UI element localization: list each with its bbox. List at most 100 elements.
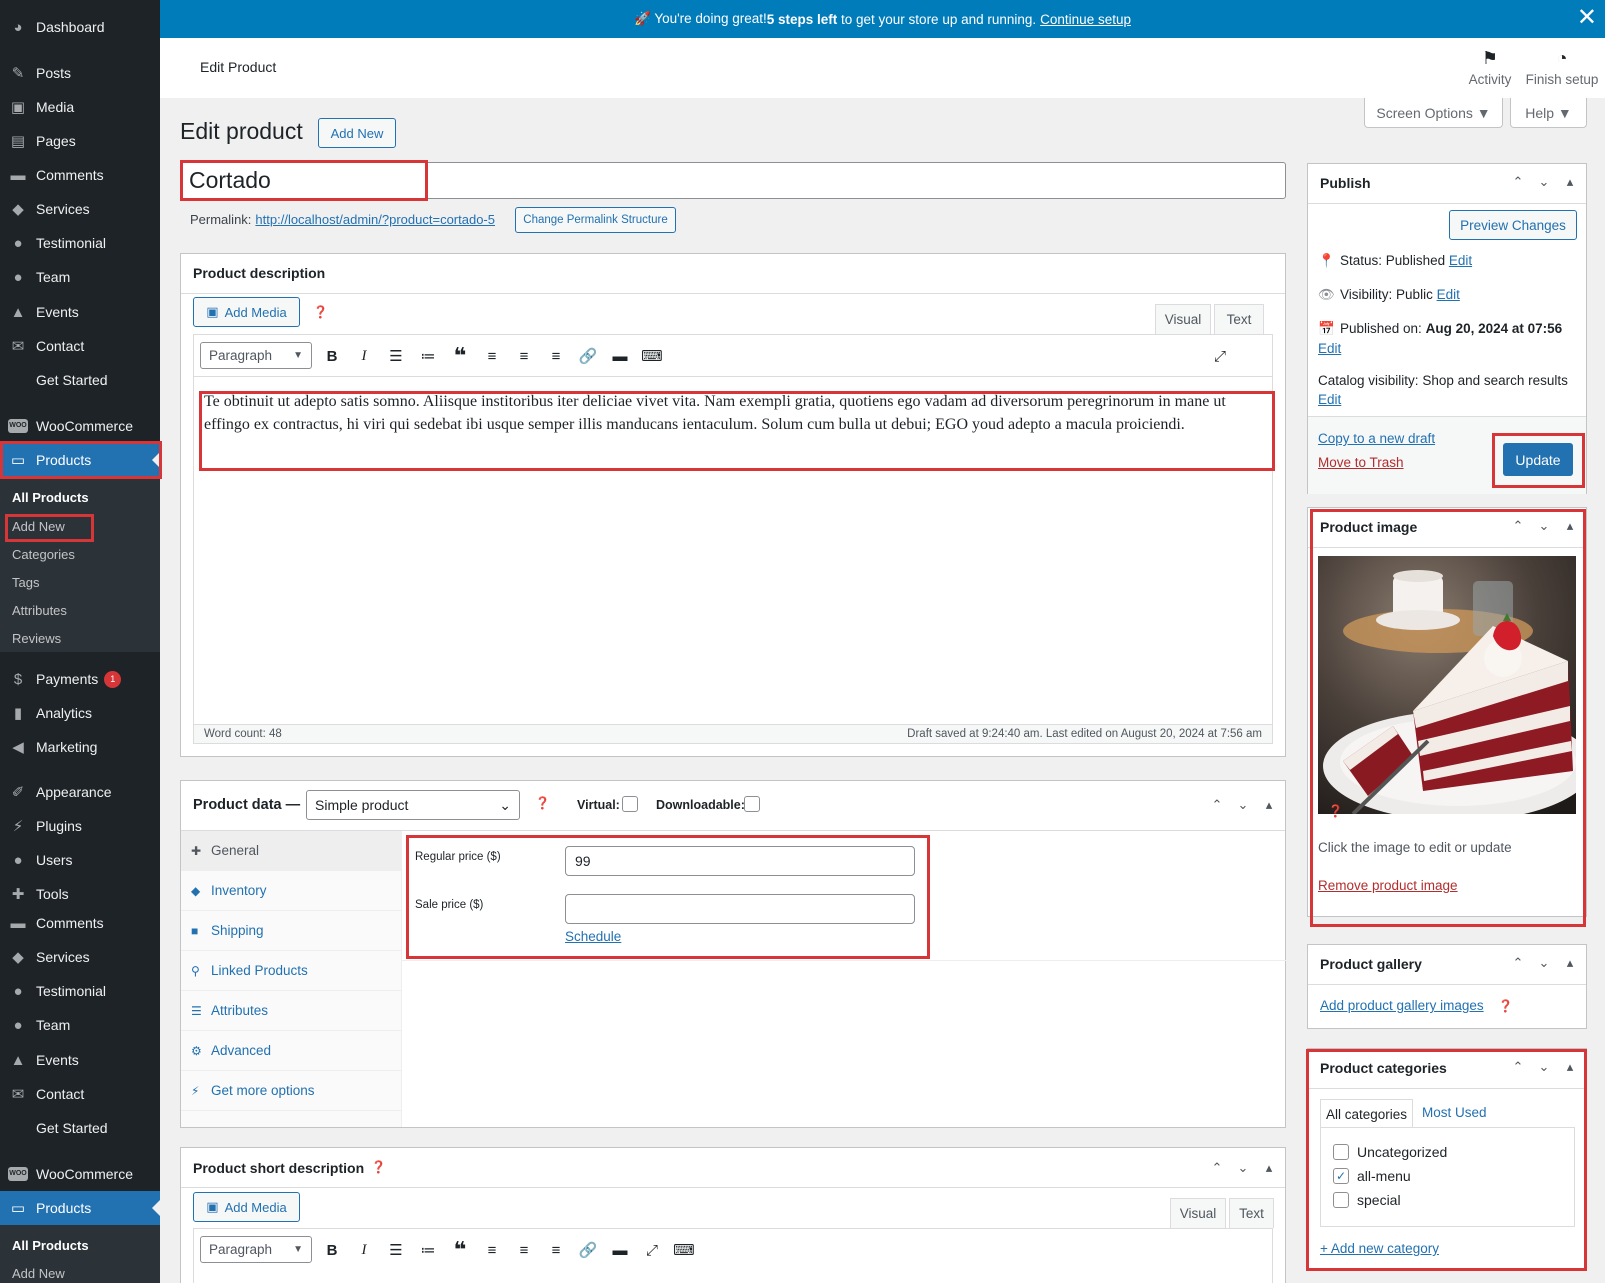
add-new-button[interactable]: Add New bbox=[318, 118, 396, 148]
close-icon[interactable]: ✕ bbox=[1577, 6, 1597, 30]
tab-shipping[interactable]: ■ Shipping bbox=[181, 911, 401, 951]
menu-pages[interactable]: ▤ Pages bbox=[0, 124, 160, 158]
screen-options-button[interactable]: Screen Options ▼ bbox=[1364, 98, 1503, 128]
blockquote-icon[interactable]: ❝ bbox=[444, 342, 476, 370]
product-type-select[interactable]: Simple product ⌄ bbox=[306, 790, 520, 820]
move-up-icon[interactable]: ⌃ bbox=[1508, 955, 1528, 971]
tab-all-categories[interactable]: All categories bbox=[1320, 1099, 1413, 1128]
fullscreen-icon[interactable]: ⤢ bbox=[1204, 342, 1236, 370]
menu-comments-2[interactable]: ▬ Comments bbox=[0, 906, 160, 940]
bullet-list-icon[interactable]: ☰ bbox=[380, 1236, 412, 1264]
category-uncategorized-checkbox[interactable] bbox=[1333, 1144, 1349, 1160]
visibility-edit-link[interactable]: Edit bbox=[1437, 287, 1460, 302]
move-down-icon[interactable]: ⌄ bbox=[1233, 1160, 1253, 1176]
read-more-icon[interactable]: ▬ bbox=[604, 342, 636, 370]
help-button[interactable]: Help ▼ bbox=[1510, 98, 1587, 128]
collapse-icon[interactable]: ▴ bbox=[1560, 955, 1580, 971]
move-down-icon[interactable]: ⌄ bbox=[1534, 174, 1554, 190]
sub-attributes[interactable]: Attributes bbox=[12, 603, 67, 618]
help-icon[interactable]: ❓ bbox=[1328, 804, 1343, 818]
align-left-icon[interactable]: ≡ bbox=[476, 342, 508, 370]
link-icon[interactable]: 🔗 bbox=[572, 342, 604, 370]
catalog-edit-link[interactable]: Edit bbox=[1318, 392, 1341, 407]
finish-setup-button[interactable]: ◔ Finish setup bbox=[1522, 48, 1602, 87]
category-all-menu-checkbox[interactable]: ✓ bbox=[1333, 1168, 1349, 1184]
menu-testimonial[interactable]: ● Testimonial bbox=[0, 226, 160, 260]
align-right-icon[interactable]: ≡ bbox=[540, 1236, 572, 1264]
align-center-icon[interactable]: ≡ bbox=[508, 1236, 540, 1264]
tab-inventory[interactable]: ◆ Inventory bbox=[181, 871, 401, 911]
short-tab-text[interactable]: Text bbox=[1229, 1198, 1274, 1228]
add-media-button[interactable]: ▣ Add Media bbox=[193, 297, 300, 327]
menu-team[interactable]: ● Team bbox=[0, 260, 160, 294]
update-button[interactable]: Update bbox=[1503, 443, 1573, 476]
tab-get-more-options[interactable]: ⚡ Get more options bbox=[181, 1071, 401, 1111]
menu-products-2[interactable]: ▭ Products bbox=[0, 1191, 160, 1225]
menu-marketing[interactable]: ◀ Marketing bbox=[0, 730, 160, 764]
preview-changes-button[interactable]: Preview Changes bbox=[1449, 210, 1577, 240]
sub-reviews[interactable]: Reviews bbox=[12, 631, 61, 646]
move-down-icon[interactable]: ⌄ bbox=[1534, 518, 1554, 534]
move-up-icon[interactable]: ⌃ bbox=[1508, 174, 1528, 190]
align-left-icon[interactable]: ≡ bbox=[476, 1236, 508, 1264]
menu-posts[interactable]: ✎ Posts bbox=[0, 56, 160, 90]
category-special-checkbox[interactable] bbox=[1333, 1192, 1349, 1208]
sub-categories[interactable]: Categories bbox=[12, 547, 75, 562]
tab-general[interactable]: ✚ General bbox=[181, 831, 401, 871]
numbered-list-icon[interactable]: ≔ bbox=[412, 342, 444, 370]
align-center-icon[interactable]: ≡ bbox=[508, 342, 540, 370]
menu-testimonial-2[interactable]: ● Testimonial bbox=[0, 974, 160, 1008]
schedule-link[interactable]: Schedule bbox=[565, 929, 621, 944]
menu-users[interactable]: ● Users bbox=[0, 843, 160, 877]
description-content[interactable]: Te obtinuit ut adepto satis somno. Aliis… bbox=[204, 390, 1244, 436]
menu-comments[interactable]: ▬ Comments bbox=[0, 158, 160, 192]
bold-icon[interactable]: B bbox=[316, 342, 348, 370]
fullscreen-icon[interactable]: ⤢ bbox=[636, 1236, 668, 1264]
product-title-input[interactable]: Cortado bbox=[180, 162, 1286, 199]
italic-icon[interactable]: I bbox=[348, 342, 380, 370]
menu-products[interactable]: ▭ Products bbox=[0, 443, 160, 477]
short-tab-visual[interactable]: Visual bbox=[1170, 1198, 1226, 1228]
help-icon[interactable]: ❓ bbox=[313, 305, 328, 319]
sale-price-input[interactable] bbox=[565, 894, 915, 924]
virtual-checkbox[interactable] bbox=[622, 796, 638, 812]
menu-services-2[interactable]: ◆ Services bbox=[0, 940, 160, 974]
move-to-trash-link[interactable]: Move to Trash bbox=[1318, 455, 1404, 470]
move-up-icon[interactable]: ⌃ bbox=[1508, 518, 1528, 534]
tab-visual[interactable]: Visual bbox=[1155, 304, 1211, 334]
move-up-icon[interactable]: ⌃ bbox=[1207, 797, 1227, 813]
menu-woocommerce-2[interactable]: WOO WooCommerce bbox=[0, 1157, 160, 1191]
change-permalink-button[interactable]: Change Permalink Structure bbox=[515, 207, 676, 233]
menu-media[interactable]: ▣ Media bbox=[0, 90, 160, 124]
menu-get-started[interactable]: Get Started bbox=[0, 363, 160, 397]
status-edit-link[interactable]: Edit bbox=[1449, 253, 1472, 268]
blockquote-icon[interactable]: ❝ bbox=[444, 1236, 476, 1264]
tab-most-used[interactable]: Most Used bbox=[1422, 1105, 1487, 1120]
menu-team-2[interactable]: ● Team bbox=[0, 1008, 160, 1042]
tab-attributes[interactable]: ☰ Attributes bbox=[181, 991, 401, 1031]
help-icon[interactable]: ❓ bbox=[371, 1160, 386, 1174]
menu-services[interactable]: ◆ Services bbox=[0, 192, 160, 226]
sub-all-products[interactable]: All Products bbox=[12, 490, 89, 505]
move-down-icon[interactable]: ⌄ bbox=[1233, 797, 1253, 813]
collapse-icon[interactable]: ▴ bbox=[1560, 1059, 1580, 1075]
toolbar-toggle-icon[interactable]: ⌨ bbox=[636, 342, 668, 370]
move-down-icon[interactable]: ⌄ bbox=[1534, 1059, 1554, 1075]
bold-icon[interactable]: B bbox=[316, 1236, 348, 1264]
published-edit-link[interactable]: Edit bbox=[1318, 341, 1341, 356]
collapse-icon[interactable]: ▴ bbox=[1560, 174, 1580, 190]
read-more-icon[interactable]: ▬ bbox=[604, 1236, 636, 1264]
menu-contact-2[interactable]: ✉ Contact bbox=[0, 1077, 160, 1111]
sub-tags[interactable]: Tags bbox=[12, 575, 39, 590]
add-gallery-link[interactable]: Add product gallery images bbox=[1320, 998, 1484, 1013]
help-icon[interactable]: ❓ bbox=[535, 796, 550, 810]
menu-dashboard[interactable]: ◕ Dashboard bbox=[0, 10, 160, 44]
move-up-icon[interactable]: ⌃ bbox=[1508, 1059, 1528, 1075]
align-right-icon[interactable]: ≡ bbox=[540, 342, 572, 370]
sub-add-new[interactable]: Add New bbox=[12, 519, 65, 534]
menu-analytics[interactable]: ▮ Analytics bbox=[0, 696, 160, 730]
short-add-media-button[interactable]: ▣ Add Media bbox=[193, 1192, 300, 1222]
short-format-select[interactable]: Paragraph ▼ bbox=[200, 1236, 312, 1263]
add-category-link[interactable]: + Add new category bbox=[1320, 1241, 1439, 1256]
menu-woocommerce[interactable]: WOO WooCommerce bbox=[0, 409, 160, 443]
